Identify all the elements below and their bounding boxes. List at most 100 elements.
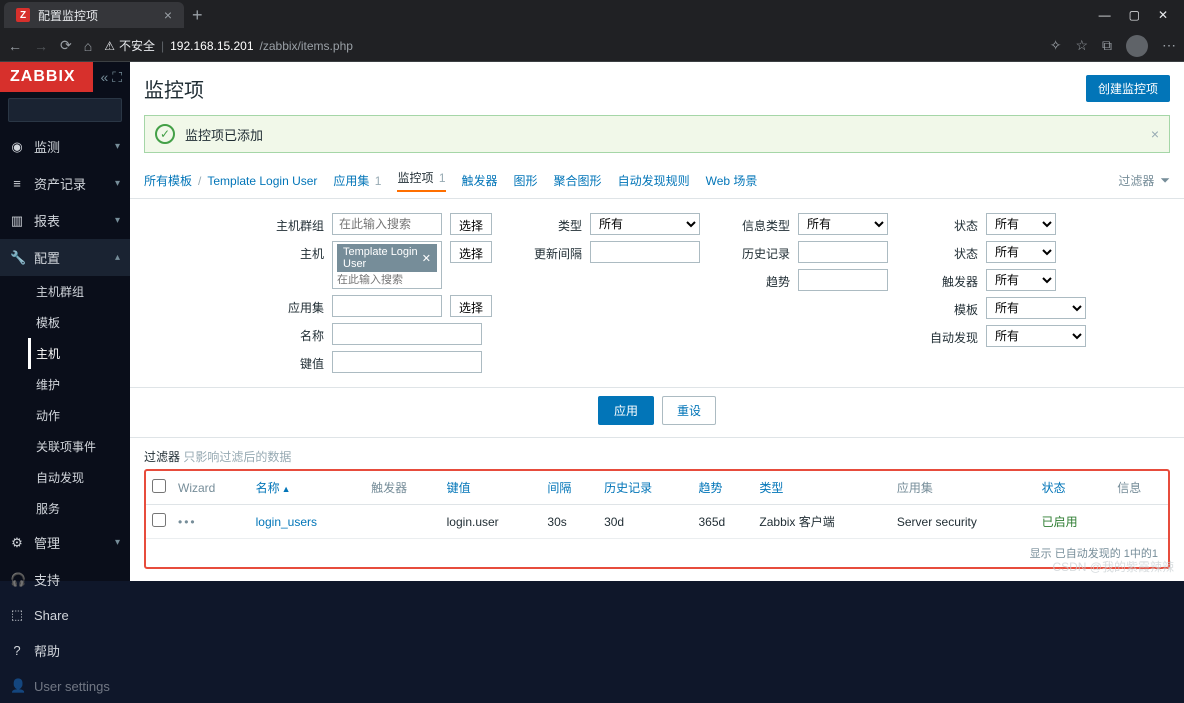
remove-tag-icon[interactable]: ✕ [422,252,431,265]
sidebar-item-share[interactable]: ⬚Share [0,598,130,632]
alert-close-icon[interactable]: × [1151,126,1159,142]
chevron-down-icon: ▾ [115,178,120,189]
refresh-icon[interactable]: ⟳ [60,37,72,54]
key-input[interactable] [332,351,482,373]
col-history[interactable]: 历史记录 [598,471,692,505]
tab-items[interactable]: 监控项 1 [397,169,445,192]
name-input[interactable] [332,323,482,345]
sidebar-search[interactable]: 🔍 [8,98,122,122]
tab-discovery[interactable]: 自动发现规则 [618,172,690,189]
apply-filter-button[interactable]: 应用 [598,396,654,425]
check-icon: ✓ [155,124,175,144]
sidebar-item-config[interactable]: 🔧配置▴ [0,239,130,276]
collections-icon[interactable]: ⧉ [1102,37,1112,54]
minimize-icon[interactable]: — [1099,8,1111,22]
browser-tab[interactable]: Z 配置监控项 × [4,2,184,28]
watermark: CSDN @我的紫霞辣辣 [1052,558,1174,575]
type-select[interactable]: 所有 [590,213,700,235]
tab-graphs[interactable]: 图形 [514,172,538,189]
sidebar-item-actions[interactable]: 动作 [28,400,130,431]
back-icon[interactable]: ← [8,38,22,54]
filter-label-state: 状态 [918,241,978,262]
trend-input[interactable] [798,269,888,291]
status-select[interactable]: 所有 [986,213,1056,235]
sidebar-item-maintenance[interactable]: 维护 [28,369,130,400]
tab-screens[interactable]: 聚合图形 [554,172,602,189]
tab-close-icon[interactable]: × [164,7,172,23]
col-status[interactable]: 状态 [1036,471,1112,505]
col-info: 信息 [1111,471,1168,505]
collapse-sidebar-icon[interactable]: « ⛶ [93,69,130,86]
host-select-button[interactable]: 选择 [450,241,492,263]
forward-icon[interactable]: → [34,38,48,54]
host-multi-input[interactable]: Template Login User ✕ [332,241,442,289]
filter-toggle[interactable]: 过滤器 ⏷ [1118,172,1170,189]
sidebar-item-reports[interactable]: ▥报表▾ [0,202,130,239]
filter-label-app: 应用集 [264,295,324,316]
sidebar-item-auto-discovery[interactable]: 自动发现 [28,462,130,493]
sidebar-item-support[interactable]: 🎧支持 [0,561,130,598]
info-type-select[interactable]: 所有 [798,213,888,235]
profile-avatar[interactable] [1126,35,1148,57]
reset-filter-button[interactable]: 重设 [662,396,716,425]
sidebar-item-hosts[interactable]: 主机 [28,338,130,369]
select-all-checkbox[interactable] [152,479,166,493]
sidebar-item-user-settings[interactable]: 👤User settings [0,669,130,703]
new-tab-button[interactable]: + [184,5,211,26]
host-input[interactable] [337,274,437,286]
triggers-select[interactable]: 所有 [986,269,1056,291]
col-type[interactable]: 类型 [753,471,890,505]
tab-web[interactable]: Web 场景 [706,172,758,189]
maximize-icon[interactable]: ▢ [1129,8,1140,22]
breadcrumb-all-templates[interactable]: 所有模板 [144,172,192,189]
page-title: 监控项 [144,74,204,103]
sidebar-item-help[interactable]: ?帮助 [0,632,130,669]
item-name-link[interactable]: login_users [256,515,317,529]
filter-label-triggers: 触发器 [918,269,978,290]
data-table-container: Wizard 名称▲ 触发器 键值 间隔 历史记录 趋势 类型 应用集 状态 信… [144,469,1170,569]
sidebar-item-admin[interactable]: ⚙管理▾ [0,524,130,561]
main-content: 监控项 创建监控项 ✓ 监控项已添加 × 所有模板 / Template Log… [130,62,1184,581]
tab-triggers[interactable]: 触发器 [462,172,498,189]
breadcrumb-template[interactable]: Template Login User [207,174,317,188]
url-display[interactable]: ⚠ 不安全 | 192.168.15.201/zabbix/items.php [104,37,353,54]
filter-label-interval: 更新间隔 [522,241,582,262]
col-key[interactable]: 键值 [441,471,542,505]
bulk-actions: 0 选择 启用 禁用 Execute now 清除历史 复制 批量更新 删除 [130,569,1184,581]
discovery-select[interactable]: 所有 [986,325,1086,347]
history-input[interactable] [798,241,888,263]
col-interval[interactable]: 间隔 [541,471,598,505]
logo[interactable]: ZABBIX [0,62,93,92]
status-badge[interactable]: 已启用 [1042,515,1078,529]
host-group-select-button[interactable]: 选择 [450,213,492,235]
template-select[interactable]: 所有 [986,297,1086,319]
sidebar-item-templates[interactable]: 模板 [28,307,130,338]
host-group-input[interactable] [332,213,442,235]
app-input[interactable] [332,295,442,317]
create-item-button[interactable]: 创建监控项 [1086,75,1170,102]
sidebar-item-host-groups[interactable]: 主机群组 [28,276,130,307]
tab-app[interactable]: 应用集 1 [333,172,381,189]
sidebar-item-inventory[interactable]: ≡资产记录▾ [0,165,130,202]
filter-label-trend: 趋势 [730,269,790,290]
row-checkbox[interactable] [152,513,166,527]
sort-asc-icon: ▲ [282,484,291,494]
more-icon[interactable]: ⋯ [1162,37,1176,54]
home-icon[interactable]: ⌂ [84,38,92,54]
sidebar-item-services[interactable]: 服务 [28,493,130,524]
col-wizard: Wizard [172,471,250,505]
bookmark-icon[interactable]: ☆ [1075,37,1088,54]
close-window-icon[interactable]: ✕ [1158,8,1168,22]
state-select[interactable]: 所有 [986,241,1056,263]
favorite-icon[interactable]: ✧ [1050,37,1062,54]
chevron-down-icon: ▾ [115,215,120,226]
list-icon: ≡ [10,176,24,191]
filter-label-history: 历史记录 [730,241,790,262]
sidebar-item-monitor[interactable]: ◉监测▾ [0,128,130,165]
wizard-cell[interactable]: ••• [172,505,250,539]
col-trend[interactable]: 趋势 [693,471,754,505]
interval-input[interactable] [590,241,700,263]
sidebar-item-correlation[interactable]: 关联项事件 [28,431,130,462]
app-select-button[interactable]: 选择 [450,295,492,317]
col-name[interactable]: 名称▲ [250,471,365,505]
